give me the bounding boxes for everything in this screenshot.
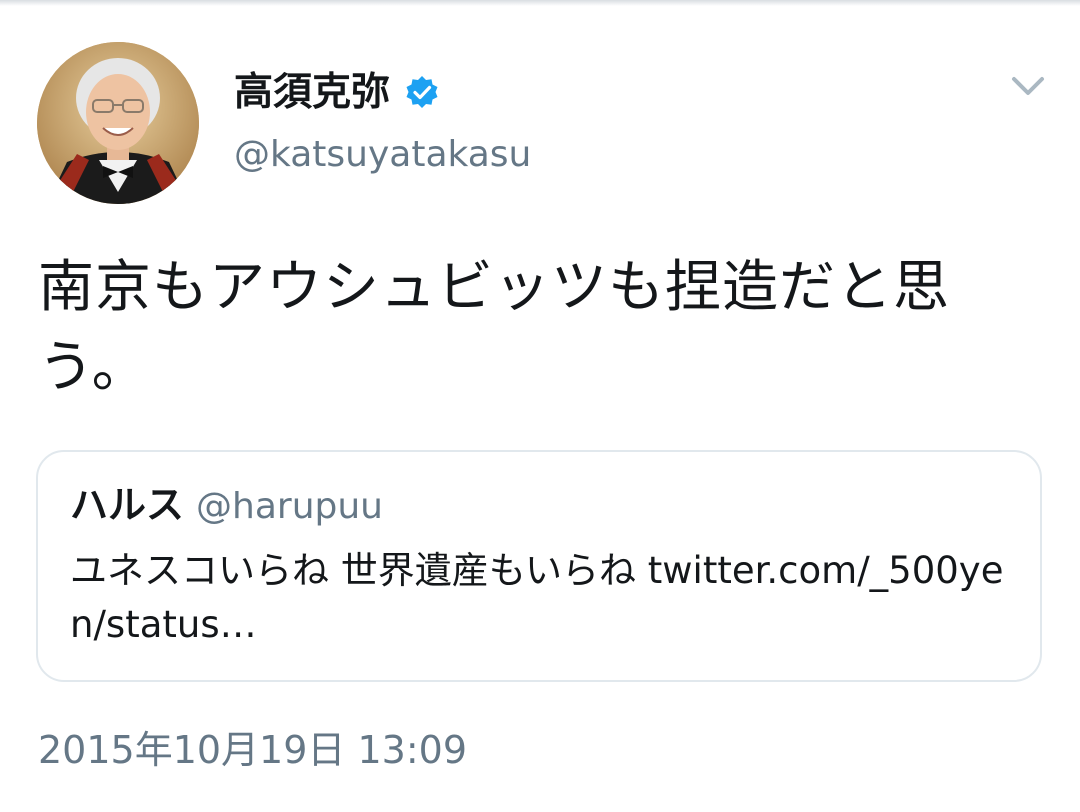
author-handle[interactable]: @katsuyatakasu	[234, 132, 531, 178]
quoted-author-handle: @harupuu	[196, 486, 383, 527]
avatar-image	[37, 42, 199, 204]
author-display-name[interactable]: 高須克弥	[234, 68, 440, 118]
avatar[interactable]	[37, 42, 199, 204]
quoted-author-name: ハルス	[70, 483, 185, 527]
tweet-text: 南京もアウシュビッツも捏造だと思う。	[38, 255, 950, 400]
verified-badge-icon	[406, 76, 438, 108]
author-name-text: 高須克弥	[234, 70, 391, 115]
chevron-down-icon[interactable]	[1008, 66, 1048, 106]
quoted-tweet-text: ユネスコいらね 世界遺産もいらね twitter.com/_500yen/sta…	[70, 549, 1004, 646]
quoted-tweet-card[interactable]: ハルス @harupuu ユネスコいらね 世界遺産もいらね twitter.com…	[36, 450, 1042, 682]
top-divider	[0, 0, 1080, 6]
quoted-tweet-header: ハルス @harupuu	[70, 482, 383, 536]
tweet-timestamp[interactable]: 2015年10月19日 13:09	[38, 724, 467, 776]
